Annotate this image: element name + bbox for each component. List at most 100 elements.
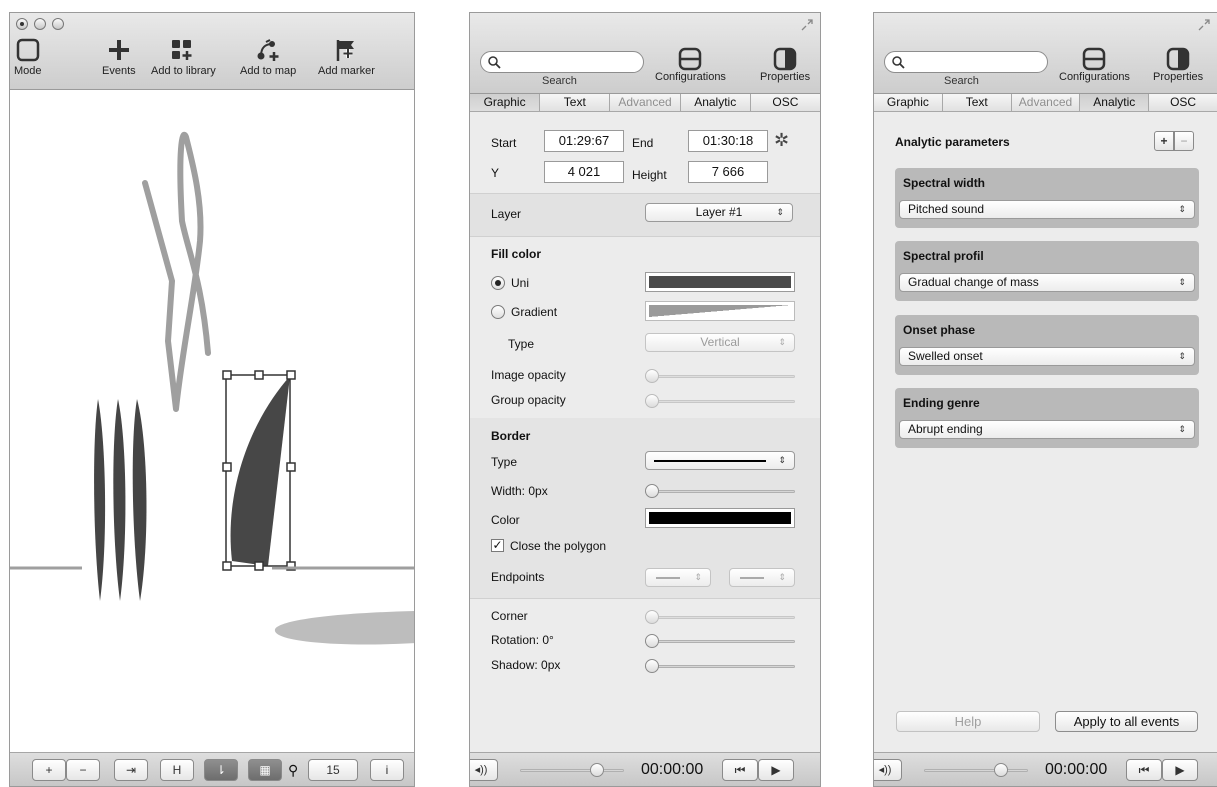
layer-select[interactable]: Layer #1 ⇕ <box>645 203 793 222</box>
border-type-select[interactable]: ⇕ <box>645 451 795 470</box>
minimize-window-button[interactable] <box>34 18 46 30</box>
close-window-button[interactable] <box>16 18 28 30</box>
properties-button[interactable]: Properties <box>760 47 810 83</box>
tab-graphic[interactable]: Graphic <box>874 94 943 111</box>
gradient-type-value: Vertical <box>700 335 740 349</box>
layer-label: Layer <box>491 207 522 221</box>
play-icon[interactable]: ▶ <box>1162 759 1198 781</box>
ending-genre-select[interactable]: Abrupt ending ⇕ <box>899 420 1195 439</box>
tab-graphic[interactable]: Graphic <box>470 94 541 111</box>
onset-phase-select[interactable]: Swelled onset ⇕ <box>899 347 1195 366</box>
search-input[interactable] <box>480 51 644 73</box>
slider-knob[interactable] <box>994 763 1008 777</box>
slider-knob[interactable] <box>645 634 659 648</box>
tab-analytic[interactable]: Analytic <box>681 94 751 111</box>
configurations-button[interactable]: Configurations <box>655 47 726 83</box>
slider-knob[interactable] <box>645 610 659 624</box>
slider-knob[interactable] <box>645 659 659 673</box>
rewind-icon[interactable]: ⏮ <box>722 759 758 781</box>
tab-advanced[interactable]: Advanced <box>1012 94 1081 111</box>
slider-knob[interactable] <box>645 484 659 498</box>
remove-button[interactable]: − <box>66 759 100 781</box>
slider-knob[interactable] <box>645 369 659 383</box>
resize-icon[interactable] <box>800 18 814 35</box>
shadow-slider[interactable] <box>645 659 795 673</box>
gradient-radio[interactable] <box>491 305 505 319</box>
search-icon <box>892 56 905 69</box>
tab-text[interactable]: Text <box>943 94 1012 111</box>
apply-to-all-events-button[interactable]: Apply to all events <box>1055 711 1198 732</box>
properties-button[interactable]: Properties <box>1153 47 1203 83</box>
playback-time: 00:00:00 <box>641 761 704 778</box>
spectral-profil-select[interactable]: Gradual change of mass ⇕ <box>899 273 1195 292</box>
gradient-swatch-fill <box>649 305 791 317</box>
updown-arrows-icon: ⇕ <box>778 337 786 347</box>
border-width-slider[interactable] <box>645 484 795 498</box>
fill-color-swatch[interactable] <box>645 272 795 292</box>
gradient-swatch[interactable] <box>645 301 795 321</box>
tab-osc[interactable]: OSC <box>751 94 820 111</box>
inspector-tabs: Graphic Text Advanced Analytic OSC <box>874 94 1217 112</box>
help-button[interactable]: Help <box>896 711 1040 732</box>
rewind-icon[interactable]: ⏮ <box>1126 759 1162 781</box>
start-field[interactable]: 01:29:67 <box>544 130 624 152</box>
volume-slider[interactable] <box>520 763 624 777</box>
toolbar-add-to-library-button[interactable]: Add to library <box>151 35 216 77</box>
rotation-slider[interactable] <box>645 634 795 648</box>
close-polygon-label: Close the polygon <box>510 539 607 553</box>
h-align-icon[interactable]: H <box>160 759 194 781</box>
toolbar-add-to-map-button[interactable]: Add to map <box>240 35 296 77</box>
group-opacity-slider[interactable] <box>645 394 795 408</box>
close-polygon-checkbox[interactable]: ✓ <box>491 539 504 552</box>
line-style-preview <box>654 460 766 462</box>
snap-icon[interactable]: ⇥ <box>114 759 148 781</box>
drawing-canvas[interactable] <box>10 91 415 753</box>
properties-label: Properties <box>760 71 811 83</box>
slider-knob[interactable] <box>590 763 604 777</box>
updown-arrows-icon: ⇕ <box>776 207 784 217</box>
toolbar-events-label: Events <box>102 65 136 77</box>
configurations-button[interactable]: Configurations <box>1059 47 1130 83</box>
select-value: Abrupt ending <box>908 422 983 436</box>
border-color-swatch[interactable] <box>645 508 795 528</box>
volume-slider[interactable] <box>924 763 1028 777</box>
tab-osc[interactable]: OSC <box>1149 94 1217 111</box>
toolbar-events-button[interactable]: Events <box>102 35 136 77</box>
spectral-width-select[interactable]: Pitched sound ⇕ <box>899 200 1195 219</box>
remove-parameter-button[interactable]: − <box>1174 131 1194 151</box>
zoom-window-button[interactable] <box>52 18 64 30</box>
slider-track <box>645 640 795 643</box>
slider-track <box>645 490 795 493</box>
add-button[interactable]: + <box>32 759 66 781</box>
gradient-type-select[interactable]: Vertical ⇕ <box>645 333 795 352</box>
image-opacity-slider[interactable] <box>645 369 795 383</box>
corner-slider[interactable] <box>645 610 795 624</box>
end-endpoint-select[interactable]: ⇕ <box>729 568 795 587</box>
resize-icon[interactable] <box>1197 18 1211 35</box>
tab-text[interactable]: Text <box>540 94 611 111</box>
end-field[interactable]: 01:30:18 <box>688 130 768 152</box>
updown-arrows-icon: ⇕ <box>778 572 786 582</box>
play-icon[interactable]: ▶ <box>758 759 794 781</box>
gear-icon[interactable]: ✲ <box>774 130 789 151</box>
toolbar-mode-button[interactable]: Mode <box>14 35 42 77</box>
search-input[interactable] <box>884 51 1048 73</box>
border-color-label: Color <box>491 513 520 527</box>
slider-knob[interactable] <box>645 394 659 408</box>
zoom-level-field[interactable]: 15 <box>308 759 358 781</box>
start-endpoint-select[interactable]: ⇕ <box>645 568 711 587</box>
add-parameter-button[interactable]: + <box>1154 131 1174 151</box>
tree-icon[interactable]: ⇂ <box>204 759 238 781</box>
volume-icon[interactable]: ◂)) <box>874 759 902 781</box>
onset-phase-group: Onset phase Swelled onset ⇕ <box>895 315 1199 375</box>
toolbar-add-marker-button[interactable]: Add marker <box>318 35 375 77</box>
search-label: Search <box>542 75 577 87</box>
tab-analytic[interactable]: Analytic <box>1080 94 1150 111</box>
tab-advanced[interactable]: Advanced <box>610 94 681 111</box>
info-button[interactable]: i <box>370 759 404 781</box>
height-field[interactable]: 7 666 <box>688 161 768 183</box>
volume-icon[interactable]: ◂)) <box>470 759 498 781</box>
y-field[interactable]: 4 021 <box>544 161 624 183</box>
uni-radio[interactable] <box>491 276 505 290</box>
grid-toggle-icon[interactable]: ▦ <box>248 759 282 781</box>
